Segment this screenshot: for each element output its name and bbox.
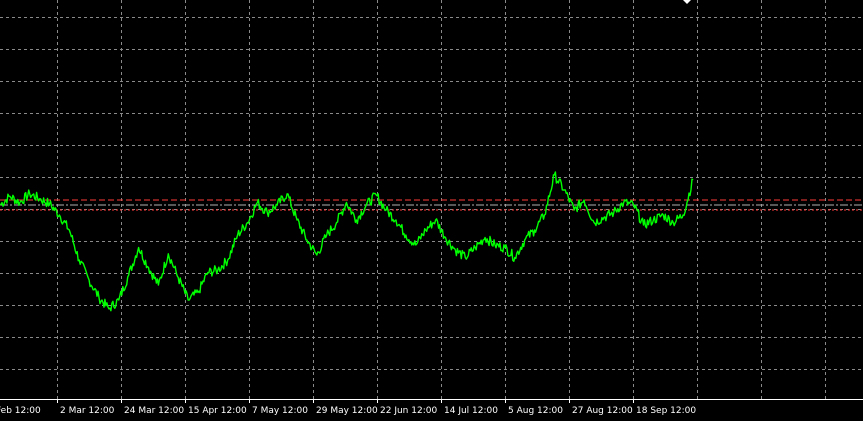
x-tick-label: Feb 12:00 (0, 406, 41, 416)
price-chart: Feb 12:00 2 Mar 12:00 24 Mar 12:00 15 Apr 1… (0, 0, 863, 421)
x-tick-label: 2 Mar 12:00 (60, 406, 115, 416)
x-axis-labels: Feb 12:00 2 Mar 12:00 24 Mar 12:00 15 Apr 1… (0, 406, 696, 416)
x-tick-label: 7 May 12:00 (252, 406, 308, 416)
x-tick-label: 24 Mar 12:00 (124, 406, 184, 416)
x-tick-label: 27 Aug 12:00 (572, 406, 633, 416)
x-tick-label: 29 May 12:00 (316, 406, 378, 416)
x-tick-label: 14 Jul 12:00 (444, 406, 498, 416)
x-tick-label: 18 Sep 12:00 (636, 406, 696, 416)
x-tick-label: 22 Jun 12:00 (380, 406, 437, 416)
x-tick-label: 15 Apr 12:00 (188, 406, 247, 416)
x-tick-label: 5 Aug 12:00 (508, 406, 563, 416)
